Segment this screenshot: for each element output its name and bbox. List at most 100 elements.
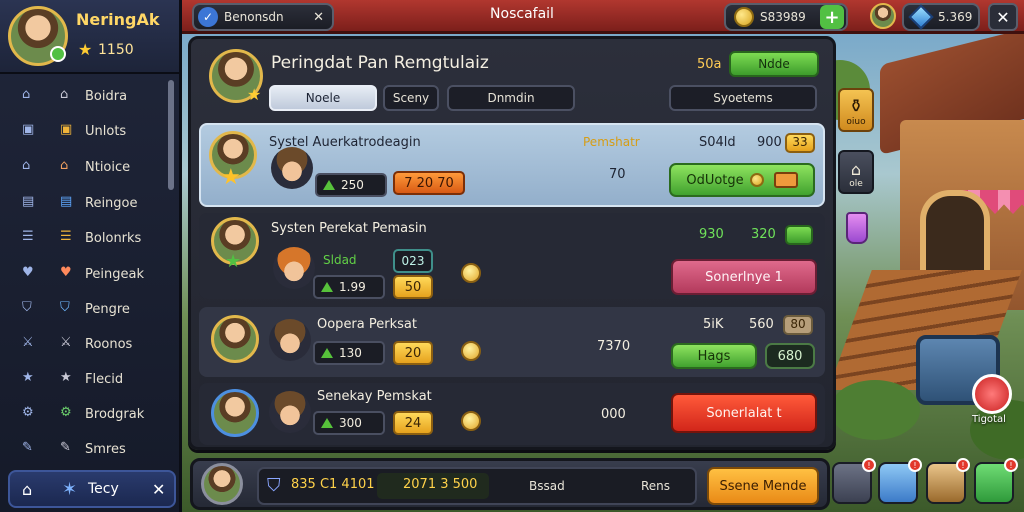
sidebar-item-bolonrks[interactable]: ☰ ☰ Bolonrks [0, 221, 170, 255]
house-icon: ⌂ [850, 160, 862, 179]
potion-icon[interactable] [846, 212, 868, 244]
header-value: 50a [697, 57, 722, 72]
gold-gem-icon[interactable] [461, 341, 481, 361]
coin-counter: S83989 + [724, 3, 848, 31]
row-stat: 130 [313, 341, 385, 365]
close-button[interactable]: ✕ [988, 3, 1018, 31]
notification-badge: ! [956, 458, 970, 472]
sidebar-item-boidra[interactable]: ⌂ ⌂ Boidra [0, 79, 170, 113]
sidebar-item-flecid[interactable]: ★ ★ Flecid [0, 362, 170, 396]
sidebar-item-label: Roonos [85, 336, 133, 352]
heart-icon: ♥ [22, 265, 34, 280]
row-name: Systen Perekat Pemasin [271, 221, 427, 236]
bottom-stats: ⛉ 835 C1 4101 2071 3 500 Bssad Rens [257, 467, 697, 505]
sidebar-item-unlots[interactable]: ▣ ▣ Unlots [0, 114, 170, 148]
close-icon[interactable]: ✕ [313, 10, 324, 25]
row-top-left: 5iK [703, 317, 724, 332]
bottom-avatar[interactable] [201, 463, 243, 505]
notification-badge: ! [1004, 458, 1018, 472]
row-add-icon[interactable] [785, 225, 813, 245]
stack-icon: ☰ [22, 229, 34, 244]
food-shortcut-icon[interactable]: ! [926, 458, 970, 504]
star-icon: ★ [225, 251, 242, 272]
row-value: 7370 [597, 339, 631, 354]
house-icon: ⌂ [60, 158, 69, 173]
bottom-stat-a: 835 C1 4101 [291, 477, 375, 492]
star-icon: ★ [78, 40, 93, 59]
heart-icon: ♥ [60, 265, 72, 280]
crystal-shortcut-icon[interactable]: ! [878, 458, 922, 504]
close-icon[interactable]: ✕ [152, 480, 165, 499]
screen-title: Noscafail [490, 6, 554, 22]
star-icon: ★ [247, 85, 262, 104]
list-item[interactable]: ★ Systel Auerkatrodeagin 250 7 20 70 Pem… [199, 123, 825, 207]
row-avatar [211, 315, 259, 363]
row-stat-top: Sldad [323, 253, 357, 267]
sidebar-item-label: Peingeak [85, 266, 144, 282]
row-name: Systel Auerkatrodeagin [269, 135, 421, 150]
bottom-cta-button[interactable]: Ssene Mende [707, 467, 819, 505]
sidebar-item-reingoe[interactable]: ▤ ▤ Reingoe [0, 186, 170, 220]
main-panel: ★ Peringdat Pan Remgtulaiz 50a Ndde Noel… [188, 36, 836, 450]
row-action-button[interactable]: Sonerlalat t [671, 393, 817, 433]
sidebar-item-smres[interactable]: ✎ ✎ Smres [0, 432, 170, 466]
gold-gem-icon[interactable] [461, 263, 481, 283]
chest-icon: ▣ [60, 122, 73, 137]
sidebar-item-label: Boidra [85, 88, 128, 104]
tag-icon [773, 172, 798, 188]
shop-button[interactable]: ⌂ ole [838, 150, 874, 194]
header-button[interactable]: Ndde [729, 51, 819, 77]
up-arrow-icon [321, 282, 333, 292]
row-action-button[interactable]: Hags [671, 343, 757, 369]
row-stat-value: 130 [339, 346, 362, 360]
sidebar-active-item[interactable]: ⌂ ✶ Tecy ✕ [8, 470, 176, 508]
sidebar-item-label: Pengre [85, 301, 130, 317]
tab-noele[interactable]: Noele [269, 85, 377, 111]
home-icon: ⌂ [22, 87, 31, 102]
player-profile[interactable]: NeringAk ★ 1150 [0, 0, 179, 74]
quest-button[interactable]: ⚱ oiuo [838, 88, 874, 132]
check-icon: ✓ [198, 7, 218, 27]
tab-sceny[interactable]: Sceny [383, 85, 439, 111]
add-coins-button[interactable]: + [820, 5, 844, 29]
row-secondary-button[interactable]: 680 [765, 343, 815, 369]
top-bar: ✓ Benonsdn ✕ Noscafail S83989 + 5.369 ✕ [182, 0, 1024, 34]
sidebar-item-label: Reingoe [85, 195, 138, 211]
row-badge: 80 [783, 315, 813, 335]
sword-icon: ⚔ [22, 335, 34, 350]
sidebar-item-pengre[interactable]: ⛉ ⛉ Pengre [0, 292, 170, 326]
bottom-bar: ⛉ 835 C1 4101 2071 3 500 Bssad Rens Ssen… [190, 458, 830, 510]
list-item[interactable]: Senekay Pemskat 300 24 000 Sonerlalat t [199, 383, 825, 445]
sidebar-item-ntioice[interactable]: ⌂ ⌂ Ntioice [0, 150, 170, 184]
star-icon: ★ [60, 370, 72, 385]
row-top-left: S04ld [699, 135, 736, 150]
row-action-button[interactable]: Sonerlnye 1 [671, 259, 817, 295]
edit-icon: ✎ [22, 440, 33, 455]
gold-gem-icon[interactable] [461, 411, 481, 431]
chest-alert[interactable] [972, 374, 1012, 414]
notification-badge: ! [908, 458, 922, 472]
bottom-label-b[interactable]: Rens [641, 479, 670, 493]
sidebar-bottom-label: Tecy [88, 481, 119, 497]
search-chip[interactable]: ✓ Benonsdn ✕ [192, 3, 334, 31]
scroll-icon: ⚱ [848, 96, 864, 117]
hero-avatar-icon[interactable] [870, 3, 896, 29]
sidebar-item-brodgrak[interactable]: ⚙ ⚙ Brodgrak [0, 397, 170, 431]
pet-shortcut-icon[interactable]: ! [974, 458, 1018, 504]
sidebar-item-peingeak[interactable]: ♥ ♥ Peingeak [0, 257, 170, 291]
bottom-label-a[interactable]: Bssad [529, 479, 565, 493]
list-item[interactable]: ★ Systen Perekat Pemasin Sldad 023 1.99 … [199, 213, 825, 299]
row-action-button[interactable]: OdUotge [669, 163, 815, 197]
hero-shortcut-icon[interactable]: ! [832, 458, 876, 504]
scroll-icon: ▤ [60, 194, 73, 209]
tab-dnmdin[interactable]: Dnmdin [447, 85, 575, 111]
online-icon [50, 46, 66, 62]
tab-syoetems[interactable]: Syoetems [669, 85, 817, 111]
search-input[interactable]: Benonsdn [224, 10, 284, 24]
panel-title: Peringdat Pan Remgtulaiz [271, 53, 489, 73]
hero-portrait [269, 391, 311, 433]
row-top-left: 930 [699, 227, 724, 242]
sidebar-item-roonos[interactable]: ⚔ ⚔ Roonos [0, 327, 170, 361]
list-item[interactable]: Oopera Perksat 130 20 7370 5iK 560 80 Ha… [199, 307, 825, 377]
home-icon: ⌂ [60, 87, 69, 102]
